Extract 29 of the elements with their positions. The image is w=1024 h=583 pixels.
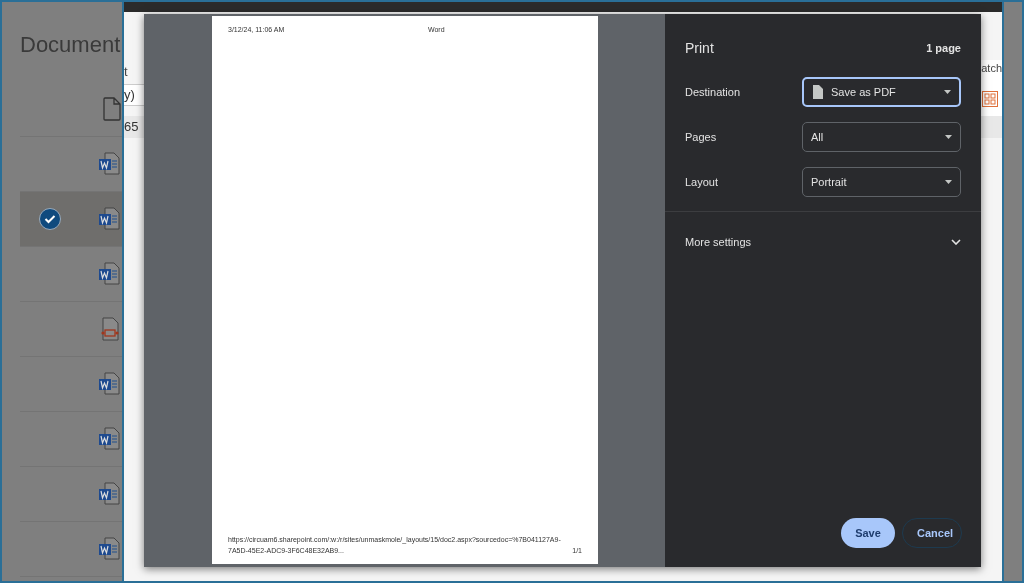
word-file-icon	[98, 537, 122, 561]
dropdown-caret-icon	[945, 135, 952, 139]
partial-label: t	[124, 64, 128, 79]
dialog-title: Print	[685, 39, 714, 58]
setting-label: Pages	[685, 129, 717, 145]
partial-label: atch	[981, 61, 1002, 76]
select-field[interactable]: Portrait	[802, 167, 961, 197]
chevron-icon	[951, 239, 961, 245]
grid-icon	[982, 90, 998, 107]
word-file-icon	[98, 152, 122, 176]
file-row[interactable]	[20, 192, 122, 247]
setting-label: Layout	[685, 174, 719, 190]
word-file-icon	[98, 482, 122, 506]
save-button[interactable]: Save	[841, 518, 895, 548]
word-file-icon	[98, 372, 122, 396]
file-icon	[102, 97, 122, 121]
word-file-icon	[98, 427, 122, 451]
more-settings-toggle[interactable]: More settings	[665, 212, 981, 272]
page-count: 1 page	[926, 41, 961, 57]
dropdown-caret-icon	[944, 90, 951, 94]
page-title: Document	[20, 32, 121, 57]
select-field[interactable]: Save as PDF	[802, 77, 961, 107]
word-file-icon	[98, 207, 122, 231]
document-icon	[812, 85, 823, 99]
dropdown-caret-icon	[945, 180, 952, 184]
setting-label: Destination	[685, 84, 741, 100]
select-field[interactable]: All	[802, 122, 961, 152]
word-file-icon	[98, 262, 122, 286]
check-circle-icon	[39, 208, 61, 230]
